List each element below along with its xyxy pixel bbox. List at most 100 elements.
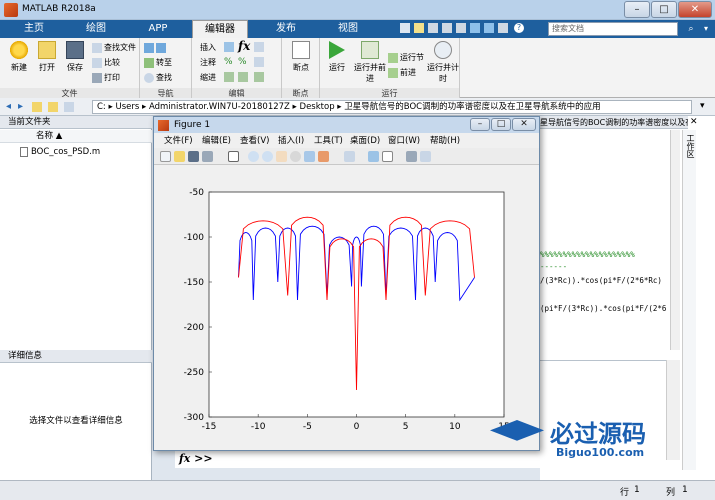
menu-view[interactable]: 查看(V) [240,134,269,148]
save-icon[interactable] [400,23,410,33]
forward-icon[interactable]: ▸ [18,101,23,112]
copy-icon[interactable] [442,23,452,33]
save-button[interactable]: 保存 [60,41,90,73]
tab-view[interactable]: 视图 [322,20,374,38]
rotate-3d-icon[interactable] [290,151,301,162]
hide-plot-tools-icon[interactable] [406,151,417,162]
editor-scrollbar[interactable] [670,130,680,350]
paste-icon[interactable] [456,23,466,33]
print-figure-icon[interactable] [202,151,213,162]
new-button[interactable]: 新建 [4,41,34,73]
print-button[interactable]: 打印 [92,72,120,84]
breakpoints-button[interactable]: 断点 [286,41,316,73]
figure-minimize-button[interactable]: – [470,118,490,131]
editor-tab-close-icon[interactable]: ✕ [690,117,698,127]
brush-icon[interactable] [318,151,329,162]
data-cursor-icon[interactable] [304,151,315,162]
goto-button[interactable]: 转至 [144,57,172,69]
insert-section-icon[interactable] [224,42,234,52]
compare-button[interactable]: 比较 [92,57,120,69]
save-figure-icon[interactable] [188,151,199,162]
open-file-icon[interactable] [174,151,185,162]
run-section-label: 运行节 [400,53,424,62]
tab-editor[interactable]: 编辑器 [192,20,248,38]
comment-button[interactable]: 注释 [200,57,216,69]
cut-icon[interactable] [428,23,438,33]
code-line: ------ [540,262,568,271]
tab-home[interactable]: 主页 [8,20,60,38]
minimize-button[interactable]: – [624,1,650,18]
forward-arrow-icon [156,42,166,53]
y-tick-label: -250 [184,368,205,378]
switch-windows-icon[interactable] [498,23,508,33]
menu-window[interactable]: 窗口(W) [388,134,420,148]
colorbar-icon[interactable] [368,151,379,162]
figure-maximize-button[interactable]: □ [491,118,511,131]
current-folder-path[interactable]: C: ▸ Users ▸ Administrator.WIN7U-2018012… [92,100,692,114]
insert-dropdown-icon[interactable] [254,42,264,52]
increase-indent-icon[interactable] [238,72,248,82]
folder-icon[interactable] [414,23,424,33]
run-button[interactable]: 运行 [322,41,352,73]
path-dropdown-icon[interactable]: ▾ [700,101,705,111]
menu-edit[interactable]: 编辑(E) [202,134,231,148]
search-input[interactable]: 搜索文档 [548,22,678,36]
indent-button[interactable]: 缩进 [200,72,216,84]
close-button[interactable]: ✕ [678,1,712,18]
show-plot-tools-icon[interactable] [420,151,431,162]
back-forward-button[interactable] [144,42,168,54]
editor-tab[interactable]: 星导航信号的BOC调制的功率谱密度以及在卫星导航... [540,116,688,129]
insert-function-icon[interactable]: fx [238,39,250,53]
legend-icon[interactable] [382,151,393,162]
new-icon [10,41,28,59]
link-plot-icon[interactable] [344,151,355,162]
up-folder-icon[interactable] [32,102,42,112]
file-item[interactable]: BOC_cos_PSD.m [20,146,150,158]
tab-publish[interactable]: 发布 [260,20,312,38]
uncomment-percent-icon[interactable]: % [238,57,248,67]
ribbon-collapse-icon[interactable]: ▾ [700,22,712,36]
menu-help[interactable]: 帮助(H) [430,134,460,148]
find-files-label: 查找文件 [104,43,136,52]
drive-icon[interactable] [64,102,74,112]
smart-indent-icon[interactable] [224,72,234,82]
run-advance-button[interactable]: 运行并前进 [352,41,388,84]
y-tick-label: -100 [184,233,205,243]
insert-button[interactable]: 插入 [200,42,216,54]
run-section-button[interactable]: 运行节 [388,52,424,64]
help-icon[interactable]: ? [514,23,524,33]
menu-file[interactable]: 文件(F) [164,134,193,148]
search-icon[interactable]: ⌕ [684,22,698,36]
undo-icon[interactable] [470,23,480,33]
zoom-in-icon[interactable] [248,151,259,162]
name-column-header[interactable]: 名称 ▲ [0,130,152,143]
maximize-button[interactable]: □ [651,1,677,18]
menu-insert[interactable]: 插入(I) [278,134,304,148]
redo-icon[interactable] [484,23,494,33]
comment-percent-icon[interactable]: % [224,57,234,67]
new-figure-icon[interactable] [160,151,171,162]
wrap-comment-icon[interactable] [254,57,264,67]
pan-hand-icon[interactable] [276,151,287,162]
tab-plots[interactable]: 绘图 [70,20,122,38]
pointer-icon[interactable] [228,151,239,162]
insert-label: 插入 [200,43,216,52]
zoom-out-icon[interactable] [262,151,273,162]
figure-close-button[interactable]: ✕ [512,118,536,131]
run-and-time-button[interactable]: 运行并计时 [426,41,460,84]
find-button[interactable]: 查找 [144,72,172,84]
workspace-label[interactable]: 工作区 [683,130,696,158]
back-icon[interactable]: ◂ [6,101,11,112]
details-header: 详细信息 [0,350,152,363]
browse-folder-icon[interactable] [48,102,58,112]
open-button[interactable]: 打开 [32,41,62,73]
decrease-indent-icon[interactable] [254,72,264,82]
menu-tools[interactable]: 工具(T) [314,134,343,148]
find-files-button[interactable]: 查找文件 [92,42,136,54]
goto-icon [144,57,154,68]
advance-button[interactable]: 前进 [388,67,416,79]
comment-label: 注释 [200,58,216,67]
command-line[interactable]: fx >> [175,450,540,468]
menu-desktop[interactable]: 桌面(D) [350,134,380,148]
tab-apps[interactable]: APP [132,20,184,38]
